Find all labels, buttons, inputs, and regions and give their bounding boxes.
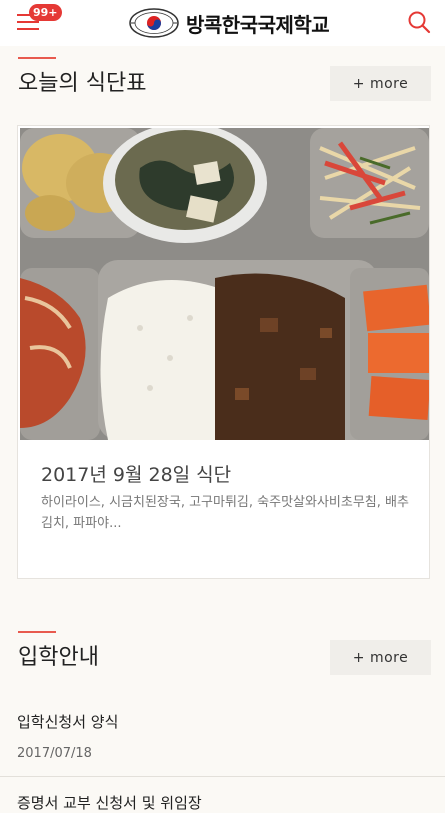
meal-date-title: 2017년 9월 28일 식단	[41, 464, 232, 486]
hamburger-icon-bar	[17, 28, 39, 30]
section-accent-line	[18, 57, 56, 59]
meal-more-button[interactable]: + more	[330, 66, 431, 101]
meal-menu-text: 하이라이스, 시금치된장국, 고구마튀김, 숙주맛살와사비초무침, 배추김치, …	[41, 495, 409, 531]
admission-more-button[interactable]: + more	[330, 640, 431, 675]
hamburger-icon-bar	[17, 21, 39, 23]
meal-section-title: 오늘의 식단표	[18, 71, 147, 96]
app-header: 99+ 방콕한국국제학교	[0, 0, 445, 46]
list-item[interactable]: 입학신청서 양식 2017/07/18	[17, 711, 429, 761]
notice-title: 증명서 교부 신청서 및 위임장	[17, 794, 202, 812]
notice-title: 입학신청서 양식	[17, 713, 119, 731]
school-name[interactable]: 방콕한국국제학교	[186, 9, 330, 38]
search-icon[interactable]	[406, 9, 432, 35]
section-accent-line	[18, 631, 56, 633]
meal-card[interactable]: 2017년 9월 28일 식단 하이라이스, 시금치된장국, 고구마튀김, 숙주…	[17, 125, 430, 579]
list-item[interactable]: 증명서 교부 신청서 및 위임장	[17, 792, 429, 813]
meal-photo	[20, 128, 429, 440]
notification-badge[interactable]: 99+	[29, 4, 62, 21]
admission-section-title: 입학안내	[18, 645, 99, 670]
divider	[0, 776, 445, 777]
notice-date: 2017/07/18	[17, 746, 92, 761]
school-logo-icon	[129, 8, 179, 38]
